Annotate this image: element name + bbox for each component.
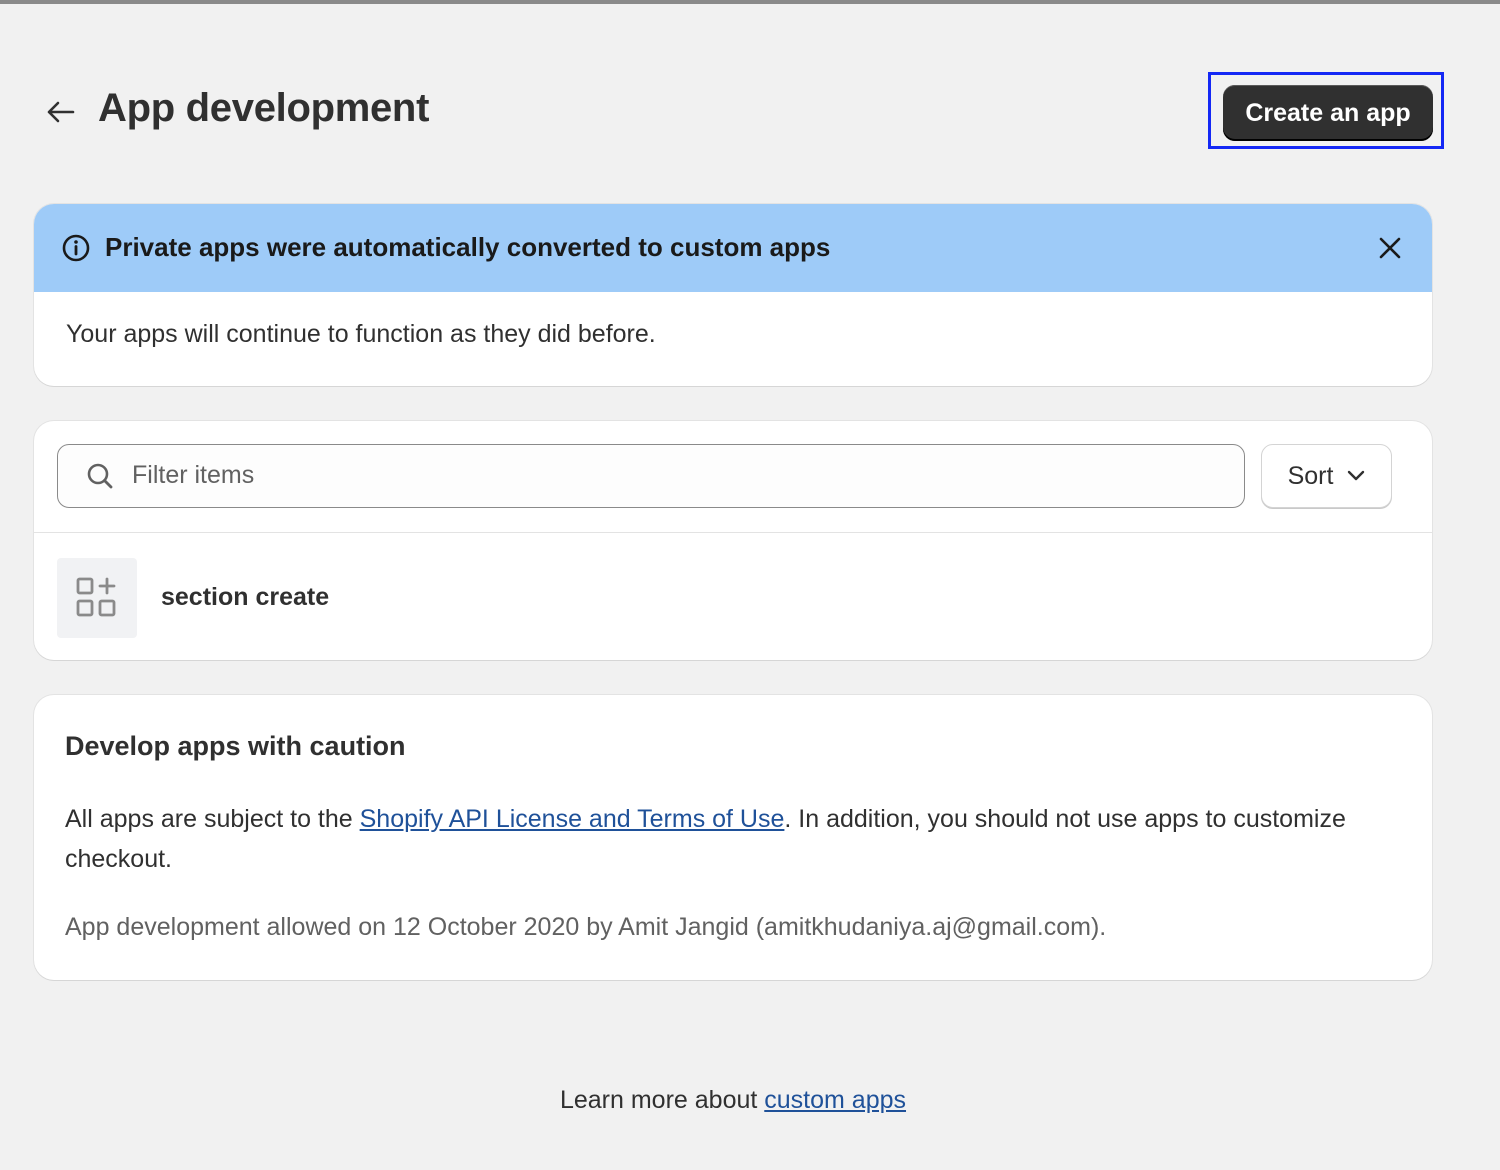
filter-input[interactable] [132,445,1232,506]
apps-list-card: Sort section create [34,421,1432,660]
app-name: section create [161,583,330,611]
sort-label: Sort [1287,461,1334,490]
caution-title: Develop apps with caution [65,731,406,761]
create-button-highlight: Create an app [1208,72,1444,149]
back-button[interactable] [40,92,80,132]
banner-header: Private apps were automatically converte… [34,204,1432,292]
page-header: App development Create an app [34,72,1444,150]
caution-card: Develop apps with caution All apps are s… [34,695,1432,980]
list-item[interactable]: section create [34,533,1432,660]
top-border [0,0,1500,4]
sort-button[interactable]: Sort [1261,444,1392,508]
footer-text: Learn more about [559,1086,765,1114]
caution-text-start: All apps are subject to the [65,805,360,833]
search-icon [87,463,113,489]
close-icon [1379,237,1401,259]
banner-body: Your apps will continue to function as t… [66,320,656,348]
apps-grid-icon [76,577,116,617]
development-allowed-note: App development allowed on 12 October 20… [65,913,1107,941]
conversion-banner: Private apps were automatically converte… [34,204,1432,386]
arrow-left-icon [47,101,75,123]
caution-text: All apps are subject to the Shopify API … [65,799,1395,879]
custom-apps-link[interactable]: custom apps [764,1086,906,1114]
dismiss-banner-button[interactable] [1374,232,1406,264]
banner-title: Private apps were automatically converte… [105,232,831,262]
app-thumbnail [57,558,137,638]
info-icon [62,234,90,262]
create-app-button[interactable]: Create an app [1223,85,1433,141]
terms-link[interactable]: Shopify API License and Terms of Use [360,805,785,833]
page-title: App development [98,86,430,130]
filter-box [57,444,1245,508]
chevron-down-icon [1348,470,1365,481]
footer-help: Learn more about custom apps [0,1086,1466,1115]
